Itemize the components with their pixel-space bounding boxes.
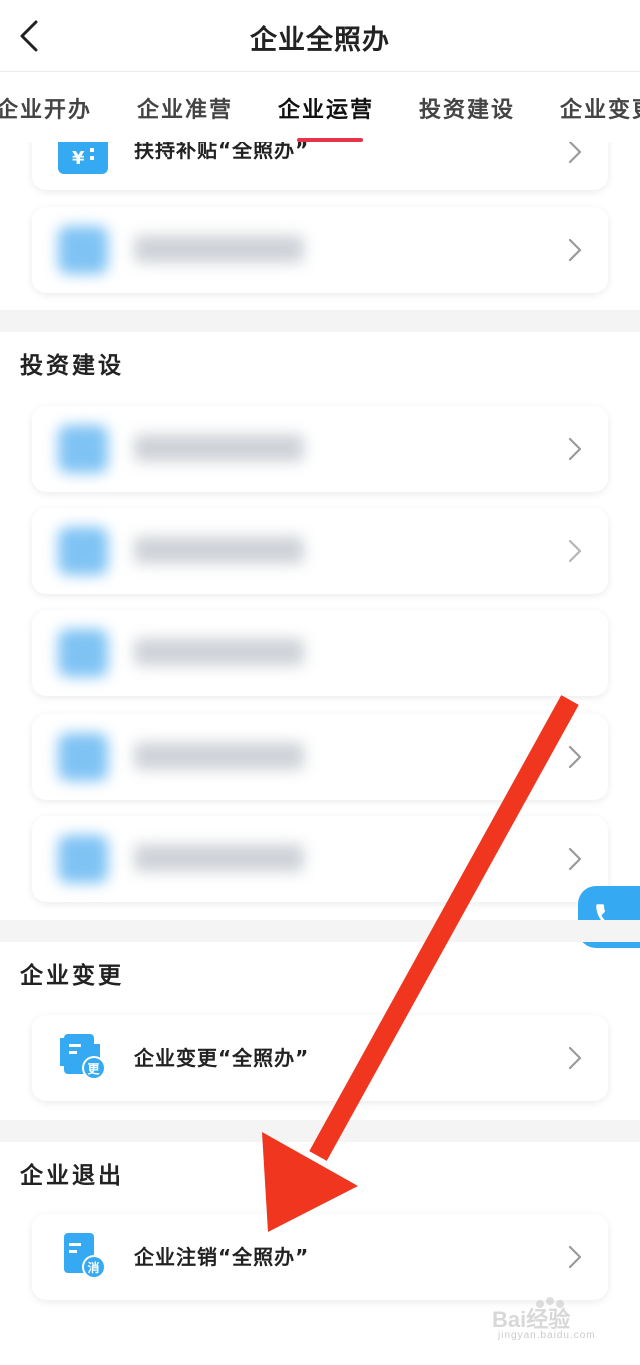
blurred-icon xyxy=(58,226,108,274)
card-blurred-2[interactable] xyxy=(32,406,608,492)
watermark-url: jingyan.baidu.com xyxy=(498,1330,596,1341)
chevron-right-icon xyxy=(568,1046,582,1070)
blurred-label xyxy=(134,844,304,872)
section-divider xyxy=(0,1120,640,1142)
blurred-icon xyxy=(58,733,108,781)
chevron-right-icon xyxy=(568,238,582,262)
tab-investment-construction-label[interactable]: 投资建设 xyxy=(419,92,515,124)
chevron-right-icon xyxy=(568,1245,582,1269)
chevron-right-icon xyxy=(568,745,582,769)
section-title-exit: 企业退出 xyxy=(20,1163,124,1189)
blurred-icon xyxy=(58,629,108,677)
active-tab-indicator-overlay xyxy=(297,138,363,142)
blurred-label xyxy=(134,235,304,263)
card-blurred-6[interactable] xyxy=(32,816,608,902)
document-change-icon: 更 xyxy=(60,1034,106,1080)
card-blurred-5[interactable] xyxy=(32,714,608,800)
card-enterprise-cancellation[interactable]: 消 企业注销“全照办” xyxy=(32,1214,608,1300)
blurred-icon xyxy=(58,835,108,883)
chevron-right-icon xyxy=(568,847,582,871)
svg-text:¥: ¥ xyxy=(72,148,85,169)
blurred-icon xyxy=(58,527,108,575)
card-blurred-4[interactable] xyxy=(32,610,608,696)
header: 企业全照办 xyxy=(0,0,640,72)
tab-enterprise-change-label[interactable]: 企业变更 xyxy=(560,92,640,124)
blurred-label xyxy=(134,536,304,564)
badge-change-text: 更 xyxy=(88,1062,101,1076)
section-divider xyxy=(0,310,640,332)
section-divider xyxy=(0,920,640,942)
tab-enterprise-operation-label[interactable]: 企业运营 xyxy=(278,92,374,124)
blurred-icon xyxy=(58,425,108,473)
tab-enterprise-startup-label[interactable]: 企业开办 xyxy=(0,92,92,124)
chevron-right-icon xyxy=(568,437,582,461)
card-label-enterprise-change: 企业变更“全照办” xyxy=(134,1046,310,1070)
card-label-enterprise-cancellation: 企业注销“全照办” xyxy=(134,1245,310,1269)
chevron-right-icon xyxy=(568,539,582,563)
card-enterprise-change[interactable]: 更 企业变更“全照办” xyxy=(32,1015,608,1101)
section-title-investment: 投资建设 xyxy=(20,353,124,379)
badge-cancel-text: 消 xyxy=(88,1260,100,1275)
blurred-label xyxy=(134,434,304,462)
section-title-change: 企业变更 xyxy=(20,963,124,989)
blurred-label xyxy=(134,638,304,666)
document-cancel-icon: 消 xyxy=(64,1233,106,1279)
category-tabs-overlay: 企业开办 企业准营 企业运营 投资建设 企业变更 xyxy=(0,72,640,142)
chevron-right-icon xyxy=(568,140,582,164)
page-title: 企业全照办 xyxy=(250,25,390,56)
card-blurred-1[interactable] xyxy=(32,207,608,293)
blurred-label xyxy=(134,742,304,770)
tab-enterprise-permit-label[interactable]: 企业准营 xyxy=(137,92,233,124)
card-blurred-3[interactable] xyxy=(32,508,608,594)
